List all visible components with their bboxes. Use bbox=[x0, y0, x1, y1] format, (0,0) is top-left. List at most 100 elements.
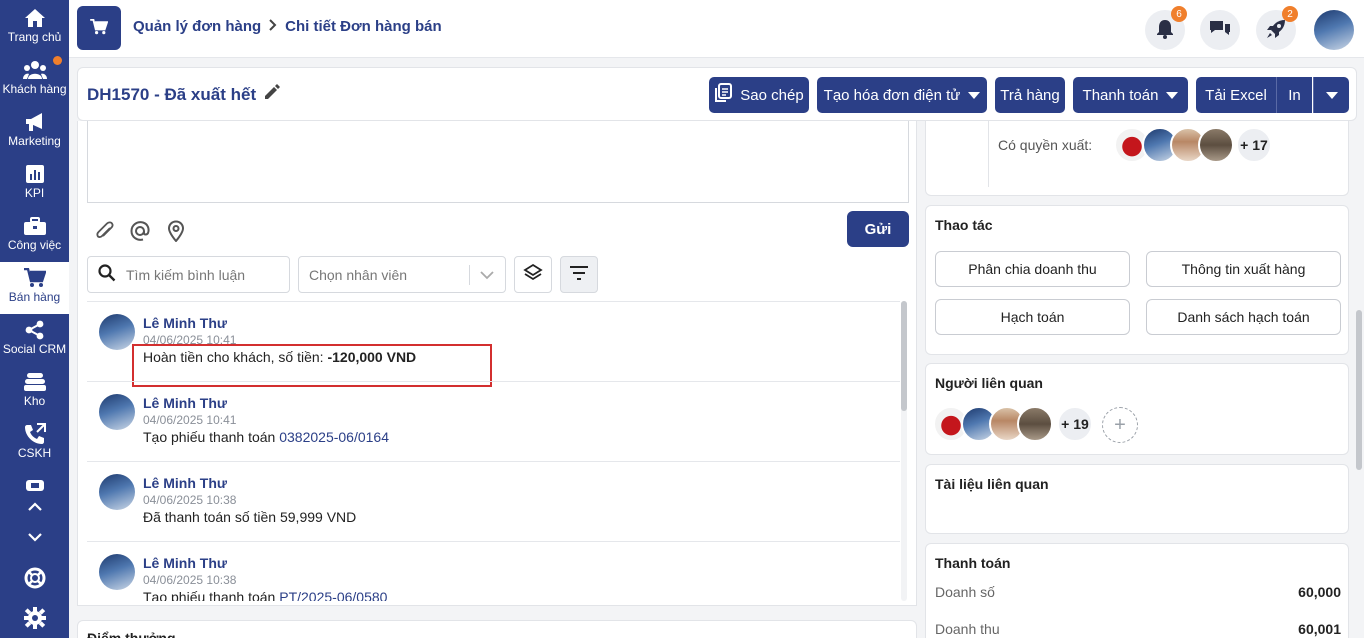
sidebar-item-label: KPI bbox=[24, 186, 45, 200]
avatar[interactable] bbox=[1198, 127, 1234, 163]
sidebar-item-tasks[interactable]: Công việc bbox=[0, 210, 69, 262]
mention-icon[interactable] bbox=[127, 218, 153, 244]
feed-scrollbar[interactable] bbox=[901, 301, 907, 601]
comment-time: 04/06/2025 10:38 bbox=[143, 573, 237, 587]
staff-select[interactable] bbox=[298, 256, 506, 293]
avatar[interactable] bbox=[1017, 406, 1053, 442]
payment-row-label: Doanh số bbox=[935, 584, 995, 600]
payment-card: Thanh toán Doanh số 60,000 Doanh thu 60,… bbox=[925, 543, 1349, 638]
comment-search bbox=[87, 256, 290, 293]
sidebar-item-more[interactable] bbox=[0, 472, 69, 496]
comment-text: Tạo phiếu thanh toán 0382025-06/0164 bbox=[143, 429, 389, 445]
layers-icon bbox=[523, 263, 543, 286]
sidebar-item-marketing[interactable]: Marketing bbox=[0, 106, 69, 158]
revenue-split-button[interactable]: Phân chia doanh thu bbox=[935, 251, 1130, 287]
layers-button[interactable] bbox=[514, 256, 552, 293]
related-people-card: Người liên quan + 19 + bbox=[925, 363, 1349, 455]
users-icon bbox=[22, 58, 47, 82]
comment-input[interactable] bbox=[87, 121, 909, 203]
notifications-button[interactable]: 6 bbox=[1145, 6, 1187, 50]
related-title: Người liên quan bbox=[935, 375, 1043, 391]
payment-voucher-link[interactable]: PT/2025-06/0580 bbox=[279, 589, 387, 601]
support-icon[interactable] bbox=[0, 563, 69, 593]
plus-icon: + bbox=[1114, 413, 1126, 436]
list-item: Lê Minh Thư 04/06/2025 10:38 Đã thanh to… bbox=[87, 461, 900, 541]
sidebar-item-home[interactable]: Trang chủ bbox=[0, 2, 69, 54]
return-label: Trả hàng bbox=[1000, 86, 1060, 104]
avatar[interactable] bbox=[99, 474, 135, 510]
more-avatars-count[interactable]: + 17 bbox=[1236, 127, 1272, 163]
sidebar-item-sales[interactable]: Bán hàng bbox=[0, 262, 69, 314]
gear-icon[interactable] bbox=[0, 603, 69, 633]
export-permission-card: Có quyền xuất: + 17 bbox=[925, 121, 1349, 196]
search-icon bbox=[98, 264, 116, 285]
filter-button[interactable] bbox=[560, 256, 598, 293]
sidebar-item-warehouse[interactable]: Kho bbox=[0, 366, 69, 418]
rocket-button[interactable]: 2 bbox=[1256, 6, 1298, 50]
breadcrumb-order-management[interactable]: Quản lý đơn hàng bbox=[133, 18, 261, 35]
staff-select-input[interactable] bbox=[309, 266, 459, 283]
phone-icon bbox=[24, 422, 46, 446]
caret-down-icon bbox=[1325, 91, 1338, 99]
comment-text: Đã thanh toán số tiền 59,999 VND bbox=[143, 509, 357, 525]
comment-author[interactable]: Lê Minh Thư bbox=[143, 395, 227, 411]
comment-time: 04/06/2025 10:38 bbox=[143, 493, 237, 507]
sidebar-item-label: Kho bbox=[23, 394, 46, 408]
copy-button[interactable]: Sao chép bbox=[709, 77, 809, 113]
actions-title: Thao tác bbox=[935, 217, 993, 233]
scroll-down-icon[interactable] bbox=[0, 525, 69, 549]
download-excel-button[interactable]: Tải Excel bbox=[1196, 77, 1276, 113]
payment-label: Thanh toán bbox=[1082, 86, 1159, 104]
avatar[interactable] bbox=[99, 554, 135, 590]
sidebar-item-label: Bán hàng bbox=[8, 290, 61, 304]
add-person-button[interactable]: + bbox=[1102, 407, 1138, 443]
sidebar-item-social-crm[interactable]: Social CRM bbox=[0, 314, 69, 366]
breadcrumb: Quản lý đơn hàng Chi tiết Đơn hàng bán bbox=[133, 18, 442, 35]
sidebar-item-cskh[interactable]: CSKH bbox=[0, 418, 69, 470]
chevron-right-icon bbox=[269, 18, 277, 35]
bell-icon bbox=[1156, 19, 1174, 42]
send-button[interactable]: Gửi bbox=[847, 211, 909, 247]
print-button[interactable]: In bbox=[1276, 77, 1312, 113]
payment-dropdown-button[interactable]: Thanh toán bbox=[1073, 77, 1188, 113]
return-button[interactable]: Trả hàng bbox=[995, 77, 1065, 113]
avatar[interactable] bbox=[99, 394, 135, 430]
location-icon[interactable] bbox=[163, 218, 189, 244]
user-avatar[interactable] bbox=[1314, 10, 1354, 50]
list-item: Lê Minh Thư 04/06/2025 10:38 Tạo phiếu t… bbox=[87, 541, 900, 601]
notification-badge: 6 bbox=[1171, 6, 1187, 22]
export-info-button[interactable]: Thông tin xuất hàng bbox=[1146, 251, 1341, 287]
sidebar-item-kpi[interactable]: KPI bbox=[0, 158, 69, 210]
megaphone-icon bbox=[24, 110, 46, 134]
einvoice-dropdown-button[interactable]: Tạo hóa đơn điện tử bbox=[817, 77, 987, 113]
cart-button[interactable] bbox=[77, 6, 121, 50]
accounting-button[interactable]: Hạch toán bbox=[935, 299, 1130, 335]
more-dropdown-button[interactable] bbox=[1313, 77, 1349, 113]
sidebar-item-label: CSKH bbox=[17, 446, 52, 460]
more-avatars-count[interactable]: + 19 bbox=[1057, 406, 1093, 442]
comment-author[interactable]: Lê Minh Thư bbox=[143, 475, 227, 491]
accounting-list-button[interactable]: Danh sách hạch toán bbox=[1146, 299, 1341, 335]
scroll-thumb[interactable] bbox=[901, 301, 907, 411]
copy-button-label: Sao chép bbox=[740, 86, 804, 104]
list-item: Lê Minh Thư 04/06/2025 10:41 Hoàn tiền c… bbox=[87, 301, 900, 387]
sidebar-item-label: Công việc bbox=[7, 238, 62, 252]
order-toolbar: DH1570 - Đã xuất hết Sao chép Tạo hóa đơ… bbox=[77, 67, 1357, 121]
paperclip-icon[interactable] bbox=[92, 218, 118, 244]
chevron-down-icon[interactable] bbox=[479, 266, 495, 287]
sidebar: Trang chủ Khách hàng Marketing KPI Công … bbox=[0, 0, 69, 638]
page-scrollbar[interactable] bbox=[1356, 310, 1362, 470]
comment-search-input[interactable] bbox=[126, 266, 276, 283]
chart-icon bbox=[25, 162, 44, 186]
scroll-up-icon[interactable] bbox=[0, 494, 69, 518]
comment-author[interactable]: Lê Minh Thư bbox=[143, 555, 227, 571]
pencil-icon[interactable] bbox=[264, 84, 281, 105]
caret-down-icon bbox=[1166, 91, 1179, 99]
comment-text: Tạo phiếu thanh toán PT/2025-06/0580 bbox=[143, 589, 387, 601]
home-icon bbox=[24, 6, 46, 30]
payment-voucher-link[interactable]: 0382025-06/0164 bbox=[279, 429, 389, 445]
comment-author[interactable]: Lê Minh Thư bbox=[143, 315, 227, 331]
chat-button[interactable] bbox=[1200, 10, 1240, 50]
einvoice-label: Tạo hóa đơn điện tử bbox=[823, 86, 961, 104]
avatar[interactable] bbox=[99, 314, 135, 350]
